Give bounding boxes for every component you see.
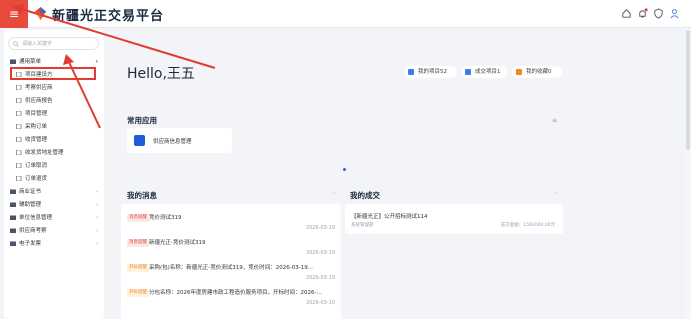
message-item[interactable]: 开标提醒 采购(包)名称：新疆光正-竞价测试319，竞价时间：2026-03-1…	[127, 264, 335, 286]
document-icon	[16, 163, 22, 168]
message-item[interactable]: 开标提醒 分包名称：2026年度房建市政工程造价服务项目，开标时间：2026-.…	[127, 289, 335, 311]
sidebar-item-inspect-supplier[interactable]: 考察供应商	[10, 82, 100, 94]
folder-icon	[10, 59, 16, 64]
app-card-supplier-info[interactable]: 供应商信息管理	[127, 128, 232, 153]
sidebar-item-purchase-order[interactable]: 采购订单	[10, 121, 100, 133]
folder-icon	[10, 241, 16, 246]
sidebar: 请输入关键字 通用菜单 ▾ 项目建设方 考察供应商 供应商报告 项目管理 采购订…	[4, 30, 104, 319]
sidebar-item-address-management[interactable]: 收发货地址管理	[10, 147, 100, 159]
search-placeholder: 请输入关键字	[22, 41, 53, 47]
menu-icon[interactable]: ≡	[0, 0, 28, 28]
sidebar-item-e-invoice[interactable]: 电子发票 ›	[10, 238, 100, 250]
message-tag: 开标提醒	[127, 289, 149, 297]
sidebar-item-business-cert[interactable]: 商业证书 ›	[10, 186, 100, 198]
search-input[interactable]: 请输入关键字	[8, 37, 99, 50]
folder-icon	[10, 189, 16, 194]
chevron-right-icon[interactable]: ›	[333, 190, 335, 197]
star-icon	[516, 69, 522, 75]
user-icon[interactable]	[669, 8, 680, 19]
scrollbar[interactable]	[685, 28, 691, 319]
document-icon	[16, 137, 22, 142]
home-icon[interactable]	[621, 8, 632, 19]
greeting: Hello,王五	[127, 66, 195, 82]
sidebar-item-supplier-report[interactable]: 供应商报告	[10, 95, 100, 107]
sidebar-item-order-return[interactable]: 订单退货	[10, 173, 100, 185]
bell-icon[interactable]	[637, 8, 648, 19]
deals-title: 我的成交	[350, 191, 380, 200]
app-icon	[134, 135, 145, 146]
chevron-right-icon: ›	[96, 228, 98, 234]
chevron-right-icon[interactable]: ›	[555, 190, 557, 197]
chevron-right-icon: ›	[96, 215, 98, 221]
common-apps-title: 常用应用	[127, 116, 157, 125]
top-header: ≡ 新疆光正交易平台	[0, 0, 691, 28]
document-icon	[16, 111, 22, 116]
deal-icon	[465, 69, 471, 75]
document-icon	[16, 85, 22, 90]
stat-deal-projects[interactable]: 成交项目1	[461, 66, 508, 78]
deal-card[interactable]: 【新疆光正】公开招标测试114 系统管理部 成交金额：1562000.00元	[345, 204, 563, 234]
shield-icon[interactable]	[653, 8, 664, 19]
message-tag: 消息提醒	[127, 214, 149, 222]
message-item[interactable]: 消息提醒 新疆光正-竞价测试319 2026-03-19	[127, 239, 335, 261]
sidebar-item-unit-info[interactable]: 单位信息管理 ›	[10, 212, 100, 224]
document-icon	[16, 150, 22, 155]
stat-my-favorites[interactable]: 我的收藏0	[512, 66, 562, 78]
sidebar-item-receiving[interactable]: 收货管理	[10, 134, 100, 146]
messages-title: 我的消息	[127, 191, 157, 200]
folder-icon	[10, 215, 16, 220]
sidebar-item-supplier-inspection[interactable]: 供应商考察 ›	[10, 225, 100, 237]
document-icon	[16, 124, 22, 129]
stat-my-projects[interactable]: 我的项目52	[404, 66, 457, 78]
message-item[interactable]: 消息提醒 竞价测试319 2026-03-19	[127, 214, 335, 236]
search-icon	[13, 41, 19, 47]
settings-icon[interactable]: ≡	[552, 117, 557, 124]
message-tag: 消息提醒	[127, 239, 149, 247]
project-icon	[408, 69, 414, 75]
message-tag: 开标提醒	[127, 264, 149, 272]
folder-icon	[10, 228, 16, 233]
sidebar-item-order-cancel[interactable]: 订单取消	[10, 160, 100, 172]
document-icon	[16, 98, 22, 103]
document-icon	[16, 176, 22, 181]
chevron-right-icon: ›	[96, 189, 98, 195]
deal-title: 【新疆光正】公开招标测试114	[351, 214, 428, 220]
deal-amount: 成交金额：1562000.00元	[500, 223, 555, 228]
logo-icon	[34, 6, 47, 21]
sidebar-item-project-management[interactable]: 项目管理	[10, 108, 100, 120]
highlight-box	[10, 67, 96, 80]
scrollbar-thumb[interactable]	[686, 30, 690, 150]
messages-panel: 消息提醒 竞价测试319 2026-03-19 消息提醒 新疆光正-竞价测试31…	[121, 204, 341, 319]
folder-icon	[10, 202, 16, 207]
chevron-right-icon: ›	[96, 202, 98, 208]
sidebar-item-aux-management[interactable]: 辅助管理 ›	[10, 199, 100, 211]
carousel-indicator[interactable]	[343, 168, 346, 171]
brand-title: 新疆光正交易平台	[52, 9, 165, 24]
deal-org: 系统管理部	[351, 223, 374, 228]
chevron-right-icon: ›	[96, 241, 98, 247]
